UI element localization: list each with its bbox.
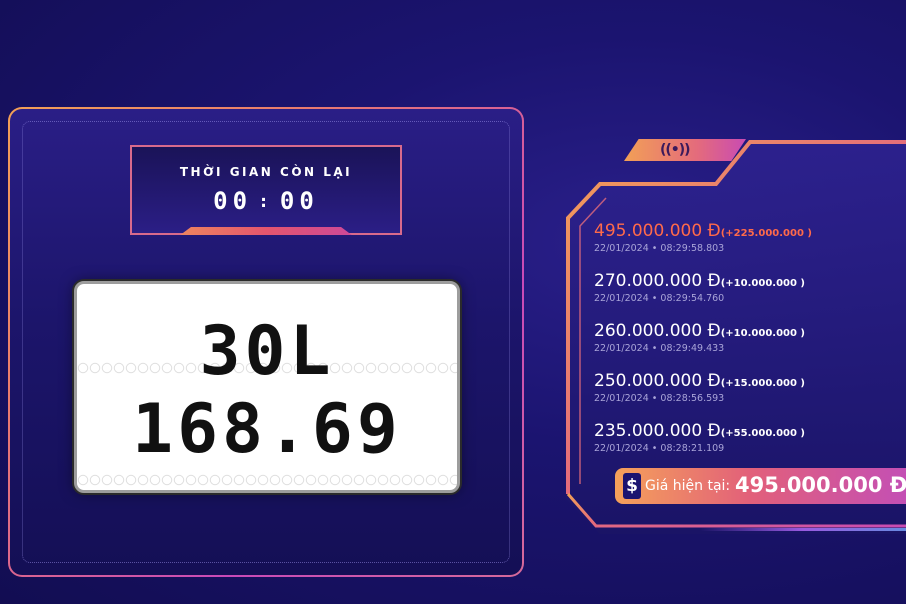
plate-line-1: 30L xyxy=(199,312,335,391)
bid-time: 22/01/2024 • 08:28:21.109 xyxy=(594,443,725,454)
plate-line-2: 168.69 xyxy=(132,390,402,469)
auction-panel: THỜI GIAN CÒN LẠI 00:00 30L 168.69 xyxy=(8,107,524,577)
dollar-icon: $ xyxy=(623,473,641,499)
current-price-label: Giá hiện tại: xyxy=(645,478,731,494)
bid-time: 22/01/2024 • 08:29:54.760 xyxy=(594,293,725,304)
bid-amount: 250.000.000 Đ xyxy=(594,371,721,391)
bid-time: 22/01/2024 • 08:29:58.803 xyxy=(594,243,725,254)
current-price-bar: $ Giá hiện tại: 495.000.000 Đ xyxy=(615,468,906,504)
timer-accent-bar xyxy=(180,227,352,235)
timer-seconds: 00 xyxy=(279,187,319,215)
list-item: 235.000.000 Đ(+55.000.000 ) 22/01/2024 •… xyxy=(594,421,906,471)
bid-increment: (+15.000.000 ) xyxy=(720,378,805,389)
plate-pattern-bottom xyxy=(77,474,457,486)
bid-increment: (+10.000.000 ) xyxy=(720,328,805,339)
timer-separator: : xyxy=(258,191,274,212)
broadcast-icon: ((•)) xyxy=(660,142,691,158)
bid-amount: 235.000.000 Đ xyxy=(594,421,721,441)
timer-value: 00:00 xyxy=(132,187,400,215)
list-item: 495.000.000 Đ(+225.000.000 ) 22/01/2024 … xyxy=(594,221,906,271)
current-price-value: 495.000.000 Đ xyxy=(735,473,906,497)
timer-label: THỜI GIAN CÒN LẠI xyxy=(179,165,353,179)
bid-time: 22/01/2024 • 08:29:49.433 xyxy=(594,343,725,354)
bid-amount: 260.000.000 Đ xyxy=(594,321,721,341)
list-item: 270.000.000 Đ(+10.000.000 ) 22/01/2024 •… xyxy=(594,271,906,321)
bid-increment: (+55.000.000 ) xyxy=(720,428,805,439)
bid-time: 22/01/2024 • 08:28:56.593 xyxy=(594,393,725,404)
timer-minutes: 00 xyxy=(213,187,253,215)
bid-amount: 270.000.000 Đ xyxy=(594,271,721,291)
bid-list: 495.000.000 Đ(+225.000.000 ) 22/01/2024 … xyxy=(594,221,906,471)
list-item: 250.000.000 Đ(+15.000.000 ) 22/01/2024 •… xyxy=(594,371,906,421)
bid-increment: (+10.000.000 ) xyxy=(720,278,805,289)
list-item: 260.000.000 Đ(+10.000.000 ) 22/01/2024 •… xyxy=(594,321,906,371)
license-plate: 30L 168.69 xyxy=(74,281,460,493)
countdown-timer: THỜI GIAN CÒN LẠI 00:00 xyxy=(130,145,402,235)
bid-increment: (+225.000.000 ) xyxy=(720,228,812,239)
bottom-glow-line xyxy=(700,528,906,531)
bid-amount: 495.000.000 Đ xyxy=(594,221,721,241)
